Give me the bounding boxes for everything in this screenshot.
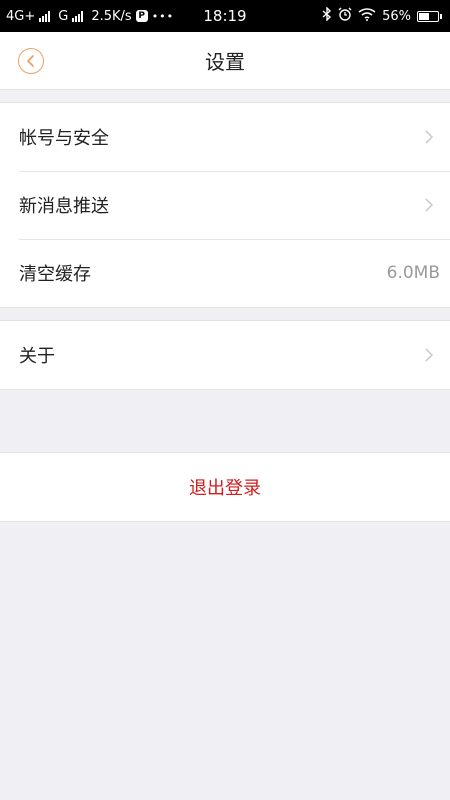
chevron-right-icon xyxy=(422,130,436,144)
chevron-right-icon xyxy=(422,348,436,362)
settings-item-label: 关于 xyxy=(19,346,55,367)
settings-item-label: 帐号与安全 xyxy=(19,128,109,149)
network-speed: 2.5K/s xyxy=(91,8,132,24)
logout-button[interactable]: 退出登录 xyxy=(0,453,450,521)
cache-size-value: 6.0MB xyxy=(386,263,440,283)
status-bar: 4G+ G 2.5K/s P ••• 18:19 56% xyxy=(0,0,450,32)
logout-group: 退出登录 xyxy=(0,452,450,522)
signal-icon xyxy=(39,10,51,22)
settings-item-label: 清空缓存 xyxy=(19,264,91,285)
settings-item-label: 新消息推送 xyxy=(19,196,109,217)
nav-bar: 设置 xyxy=(0,32,450,90)
network-type-primary: 4G+ xyxy=(6,8,36,24)
chevron-right-icon xyxy=(422,198,436,212)
page-title: 设置 xyxy=(205,50,245,74)
settings-group-about: 关于 xyxy=(0,320,450,390)
battery-percent: 56% xyxy=(382,8,411,24)
battery-icon xyxy=(417,10,442,22)
app-notification-icon: P xyxy=(135,10,148,22)
settings-item-account-security[interactable]: 帐号与安全 xyxy=(0,103,450,171)
network-type-secondary: G xyxy=(58,8,69,24)
settings-item-about[interactable]: 关于 xyxy=(0,321,450,389)
settings-item-clear-cache[interactable]: 清空缓存 6.0MB xyxy=(0,239,450,307)
signal-icon-secondary xyxy=(72,10,84,22)
bluetooth-icon xyxy=(322,6,332,25)
more-notifications-icon: ••• xyxy=(151,9,175,23)
back-button[interactable] xyxy=(18,48,44,74)
chevron-left-icon xyxy=(27,55,34,67)
alarm-icon xyxy=(338,7,352,25)
logout-label: 退出登录 xyxy=(189,478,261,499)
wifi-icon xyxy=(358,7,376,25)
settings-group-main: 帐号与安全 新消息推送 清空缓存 6.0MB xyxy=(0,102,450,308)
settings-item-push-notifications[interactable]: 新消息推送 xyxy=(0,171,450,239)
